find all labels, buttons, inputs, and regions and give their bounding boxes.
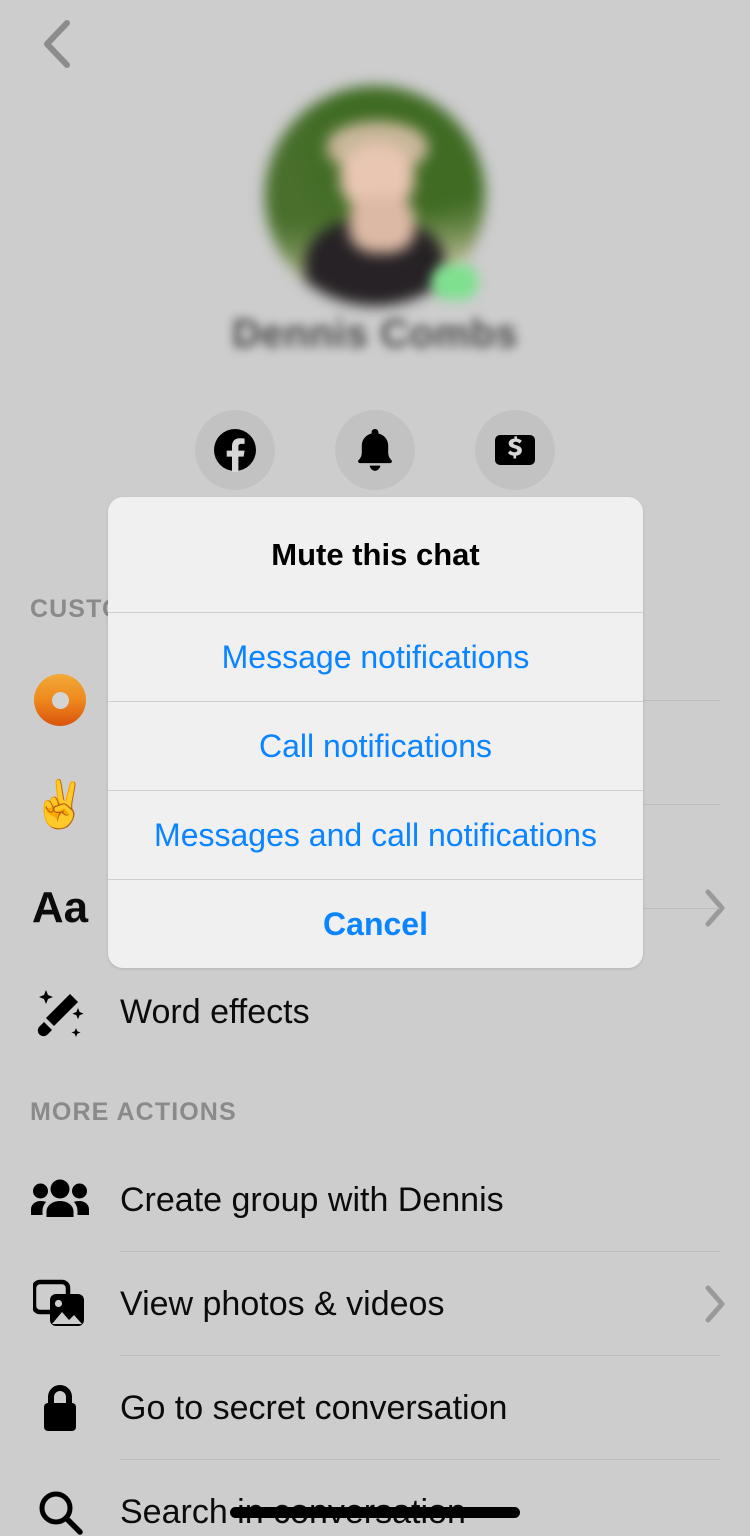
bell-icon: [358, 429, 392, 471]
option-message-notifications[interactable]: Message notifications: [108, 613, 643, 701]
option-call-notifications[interactable]: Call notifications: [108, 702, 643, 790]
photos-icon: [0, 1279, 120, 1329]
facebook-profile-button[interactable]: [195, 410, 275, 490]
chevron-left-icon: [44, 20, 70, 68]
list-item-search-in-conversation[interactable]: Search in conversation: [0, 1460, 750, 1536]
list-item-create-group[interactable]: Create group with Dennis: [0, 1148, 750, 1252]
list-item-label: Go to secret conversation: [120, 1388, 508, 1427]
profile-name: Dennis Combs: [231, 312, 519, 356]
mute-button[interactable]: [335, 410, 415, 490]
mute-action-sheet: Mute this chat Message notifications Cal…: [108, 497, 643, 968]
avatar[interactable]: [265, 86, 485, 306]
list-item-view-photos-videos[interactable]: View photos & videos: [0, 1252, 750, 1356]
cancel-button[interactable]: Cancel: [108, 880, 643, 968]
back-button[interactable]: [28, 16, 84, 72]
phone-screen: Dennis Combs ✌️ Aa Word effects MORE ACT…: [0, 0, 750, 1536]
search-icon: [0, 1488, 120, 1536]
facebook-icon: [214, 429, 256, 472]
magic-wand-icon: [0, 984, 120, 1040]
chevron-right-icon: [680, 1285, 750, 1323]
list-item-label: Create group with Dennis: [120, 1180, 504, 1219]
quick-actions-row: [0, 410, 750, 490]
list-item-word-effects[interactable]: Word effects: [0, 960, 750, 1064]
list-item-label: View photos & videos: [120, 1284, 445, 1323]
payment-icon: [495, 435, 535, 465]
aa-icon: Aa: [31, 883, 89, 932]
lock-icon: [0, 1381, 120, 1435]
action-sheet-title: Mute this chat: [271, 536, 480, 572]
option-messages-and-call-notifications[interactable]: Messages and call notifications: [108, 791, 643, 879]
home-indicator[interactable]: [230, 1507, 520, 1518]
emoji-icon: ✌️: [31, 778, 89, 830]
list-item-label: Word effects: [120, 992, 310, 1031]
group-icon: [0, 1177, 120, 1223]
active-now-badge: [431, 264, 479, 300]
section-header-more-actions: MORE ACTIONS: [30, 1098, 237, 1126]
theme-color-icon: [0, 674, 120, 726]
list-item-secret-conversation[interactable]: Go to secret conversation: [0, 1356, 750, 1460]
payments-button[interactable]: [475, 410, 555, 490]
